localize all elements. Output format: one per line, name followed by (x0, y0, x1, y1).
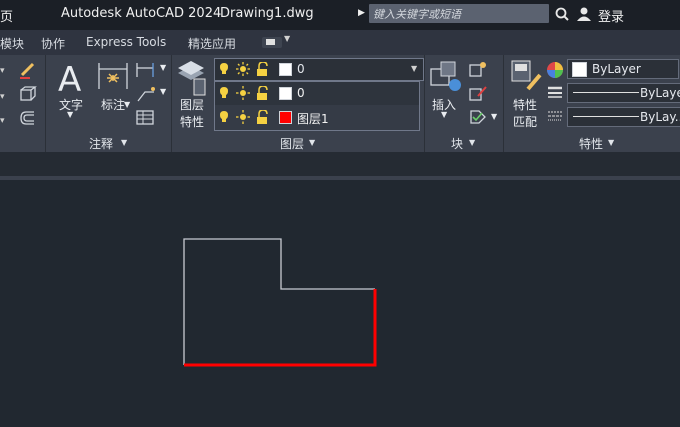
match-props-label-2[interactable]: 匹配 (513, 113, 537, 130)
layers-panel-label[interactable]: 图层 (280, 135, 304, 152)
search-placeholder: 键入关键字或短语 (373, 8, 461, 21)
line-preview (573, 116, 639, 117)
layer-props-label-2[interactable]: 特性 (180, 113, 204, 130)
linetype-icon[interactable] (547, 109, 563, 123)
chevron-down-icon[interactable]: ▼ (67, 110, 73, 119)
chevron-down-icon[interactable]: ▼ (124, 100, 130, 109)
tab-express-tools[interactable]: Express Tools (86, 35, 166, 49)
chevron-down-icon[interactable]: ▼ (160, 87, 166, 96)
drawing-svg[interactable] (0, 180, 680, 427)
dimension-icon[interactable] (96, 61, 130, 93)
tab-overflow-button[interactable]: ▼ (262, 34, 290, 48)
match-properties-icon[interactable] (509, 59, 543, 95)
layer-combobox[interactable]: 0 ▼ (214, 58, 424, 81)
text-icon[interactable]: A (56, 59, 90, 95)
color-wheel-icon[interactable] (546, 61, 564, 79)
tab-featured-apps[interactable]: 精选应用 (188, 35, 236, 52)
layer-color-swatch (279, 63, 292, 76)
dimension-button-label[interactable]: 标注 (101, 96, 125, 113)
linetype-combobox[interactable]: ByLayer (567, 83, 680, 103)
app-title: Autodesk AutoCAD 2024 (61, 6, 222, 21)
chevron-down-icon[interactable]: ▼ (441, 110, 447, 119)
ribbon-tabs: 模块 协作 Express Tools 精选应用 ▼ (0, 30, 680, 55)
color-combobox[interactable]: ByLayer (567, 59, 679, 79)
create-block-icon[interactable] (468, 60, 488, 78)
block-attribute-icon[interactable] (468, 108, 488, 126)
layer-props-label-1[interactable]: 图层 (180, 96, 204, 113)
eraser-icon[interactable] (18, 61, 38, 79)
chevron-down-icon[interactable]: ▼ (160, 63, 166, 72)
svg-text:A: A (58, 60, 81, 95)
linear-dim-icon[interactable] (135, 61, 157, 79)
tab-collaborate[interactable]: 协作 (41, 35, 65, 52)
user-icon[interactable] (576, 6, 592, 22)
layer-state-icons (220, 62, 268, 76)
insert-block-icon[interactable] (429, 59, 463, 95)
chevron-down-icon[interactable]: ▼ (491, 112, 497, 121)
layer-color-swatch (279, 111, 292, 124)
title-left-cut: 页 (0, 10, 14, 25)
svg-text:▾: ▾ (0, 92, 5, 102)
color-swatch (572, 62, 587, 77)
chevron-down-icon[interactable]: ▼ (608, 138, 614, 147)
layer-dropdown-list[interactable]: 0 图层1 (214, 81, 420, 131)
file-name: Drawing1.dwg (220, 6, 314, 21)
svg-text:▾: ▾ (0, 66, 5, 76)
layer-name: 图层1 (297, 112, 329, 126)
chevron-down-icon[interactable]: ▼ (121, 138, 127, 147)
chevron-down-icon[interactable]: ▼ (411, 64, 417, 73)
ribbon: ▾ ▾ ▾ A 文字 ▼ 标注 ▼ ▼ ▼ 注释 ▼ 图层 特性 0 ▼ 0 图… (0, 55, 680, 152)
edit-block-icon[interactable] (468, 84, 488, 102)
leader-icon[interactable] (135, 85, 157, 103)
properties-panel-label[interactable]: 特性 (579, 135, 603, 152)
3d-box-icon[interactable] (18, 85, 38, 103)
panel-divider (424, 55, 425, 152)
match-props-label-1[interactable]: 特性 (513, 96, 537, 113)
tab-module[interactable]: 模块 (0, 35, 24, 52)
red-polyline[interactable] (184, 289, 377, 367)
file-tab-area (0, 152, 680, 176)
layer-state-icons (220, 86, 268, 100)
annotate-panel-label[interactable]: 注释 (89, 135, 113, 152)
layer-state-icons (220, 110, 268, 124)
login-button[interactable]: 登录 (598, 6, 624, 25)
panel-divider (503, 55, 504, 152)
table-icon[interactable] (135, 109, 157, 127)
layer-name: 0 (297, 86, 305, 100)
draw-tools-cut-icon[interactable]: ▾ ▾ ▾ (0, 63, 10, 123)
offset-icon[interactable] (18, 109, 38, 127)
line-preview (573, 92, 639, 93)
current-layer-name: 0 (297, 62, 305, 76)
white-polyline[interactable] (183, 238, 375, 365)
drawing-canvas[interactable] (0, 180, 680, 427)
color-value: ByLayer (592, 62, 641, 76)
search-icon[interactable] (555, 7, 569, 21)
lineweight-value: ByLay... (640, 110, 680, 124)
linetype-value: ByLayer (640, 86, 680, 100)
block-panel-label[interactable]: 块 (451, 135, 463, 152)
lineweight-icon[interactable] (547, 85, 563, 99)
chevron-down-icon[interactable]: ▼ (469, 138, 475, 147)
caret-right-icon[interactable]: ▶ (358, 8, 365, 18)
svg-text:▾: ▾ (0, 116, 5, 123)
layer-color-swatch (279, 87, 292, 100)
chevron-down-icon: ▼ (284, 34, 291, 43)
layer-row[interactable]: 图层1 (215, 106, 419, 129)
lineweight-combobox[interactable]: ByLay... (567, 107, 680, 127)
title-bar: 页 Autodesk AutoCAD 2024 Drawing1.dwg ▶ 键… (0, 0, 680, 30)
search-input[interactable]: 键入关键字或短语 (369, 4, 549, 23)
chevron-down-icon[interactable]: ▼ (309, 138, 315, 147)
panel-divider (171, 55, 172, 152)
panel-divider (45, 55, 46, 152)
layer-row[interactable]: 0 (215, 82, 419, 105)
layer-properties-icon[interactable] (176, 59, 206, 99)
